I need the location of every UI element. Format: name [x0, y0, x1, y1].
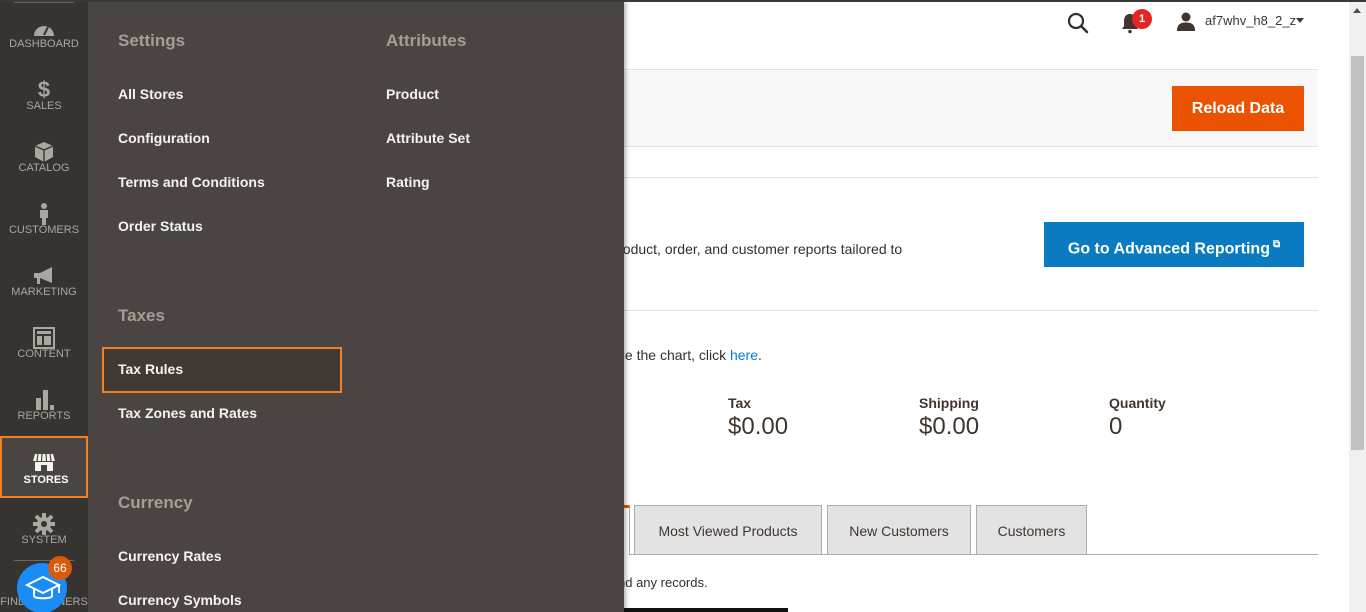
section-title-attributes: Attributes	[386, 31, 467, 50]
box-icon	[34, 142, 54, 162]
megaphone-icon	[34, 267, 52, 284]
nav-item-marketing[interactable]: MARKETING	[0, 260, 88, 322]
external-link-icon: ⧉	[1272, 239, 1281, 250]
partners-count-badge: 66	[48, 556, 72, 580]
menu-item-configuration[interactable]: Configuration	[118, 130, 210, 146]
nav-label: MARKETING	[11, 286, 77, 298]
nav-label: DASHBOARD	[9, 38, 79, 50]
menu-item-terms-and-conditions[interactable]: Terms and Conditions	[118, 174, 265, 190]
no-records-message: nd any records.	[618, 575, 708, 590]
tab-most-viewed-products[interactable]: Most Viewed Products	[634, 505, 822, 554]
total-label: Shipping	[919, 395, 979, 411]
dashboard-icon	[34, 26, 54, 36]
scrollbar-thumb[interactable]	[1351, 56, 1364, 450]
user-icon[interactable]	[1176, 11, 1196, 31]
search-icon[interactable]	[1066, 11, 1090, 35]
chevron-down-icon[interactable]	[1296, 18, 1304, 23]
chart-note-suffix: .	[758, 347, 762, 363]
total-value: 0	[1109, 413, 1123, 440]
user-account-name[interactable]: af7whv_h8_2_z	[1205, 13, 1296, 28]
menu-item-order-status[interactable]: Order Status	[118, 218, 203, 234]
storefront-icon	[33, 453, 55, 471]
advanced-reporting-button-label: Go to Advanced Reporting	[1067, 240, 1270, 258]
dollar-icon: $	[37, 77, 51, 102]
total-tax: Tax $0.00	[728, 395, 788, 441]
scroll-up-arrow-icon[interactable]	[1353, 8, 1361, 13]
nav-item-dashboard[interactable]: DASHBOARD	[0, 12, 88, 74]
nav-item-stores[interactable]: STORES	[0, 436, 88, 498]
nav-label: CUSTOMERS	[8, 224, 80, 236]
menu-item-all-stores[interactable]: All Stores	[118, 86, 183, 102]
menu-item-tax-rules[interactable]: Tax Rules	[102, 347, 342, 393]
nav-label: STORES	[23, 474, 69, 486]
total-shipping: Shipping $0.00	[919, 395, 979, 441]
go-to-advanced-reporting-button[interactable]: Go to Advanced Reporting ⧉	[1044, 222, 1304, 267]
tab-customers[interactable]: Customers	[976, 505, 1087, 554]
section-title-settings: Settings	[118, 31, 186, 50]
section-title-taxes: Taxes	[118, 306, 165, 325]
person-icon	[40, 203, 48, 225]
admin-sidebar: DASHBOARD $ SALES CATALOG CUSTOMERS MARK…	[0, 0, 88, 612]
enable-chart-link[interactable]: here	[730, 347, 758, 363]
nav-label: SYSTEM	[21, 534, 67, 546]
nav-item-content[interactable]: CONTENT	[0, 322, 88, 384]
total-value: $0.00	[728, 413, 789, 440]
menu-item-tax-zones-and-rates[interactable]: Tax Zones and Rates	[118, 405, 257, 421]
window-top-border	[0, 0, 1366, 2]
menu-item-attribute-set[interactable]: Attribute Set	[386, 130, 470, 146]
layout-icon	[33, 327, 55, 349]
section-title-currency: Currency	[118, 493, 193, 512]
nav-label: SALES	[26, 100, 62, 112]
nav-item-sales[interactable]: $ SALES	[0, 74, 88, 136]
total-value: $0.00	[919, 413, 980, 440]
tab-new-customers[interactable]: New Customers	[827, 505, 971, 554]
notification-count-badge[interactable]: 1	[1132, 9, 1152, 29]
stores-flyout-menu: Settings All Stores Configuration Terms …	[88, 2, 624, 612]
gear-icon	[33, 513, 55, 535]
nav-divider	[14, 2, 74, 3]
dashboard-tabs: Most Viewed Products New Customers Custo…	[618, 505, 1318, 555]
nav-label: REPORTS	[17, 410, 71, 422]
nav-label: CONTENT	[17, 348, 71, 360]
menu-item-rating[interactable]: Rating	[386, 174, 430, 190]
reload-data-button[interactable]: Reload Data	[1172, 86, 1304, 131]
page-scrollbar[interactable]	[1349, 2, 1366, 612]
total-label: Quantity	[1109, 395, 1166, 411]
menu-item-currency-rates[interactable]: Currency Rates	[118, 548, 222, 564]
total-quantity: Quantity 0	[1109, 395, 1166, 441]
nav-item-customers[interactable]: CUSTOMERS	[0, 198, 88, 260]
menu-item-product[interactable]: Product	[386, 86, 439, 102]
nav-label: CATALOG	[18, 162, 70, 174]
total-label: Tax	[728, 395, 752, 411]
bar-chart-icon	[36, 390, 54, 410]
menu-item-currency-symbols[interactable]: Currency Symbols	[118, 592, 242, 608]
nav-item-catalog[interactable]: CATALOG	[0, 136, 88, 198]
bottom-overlay-bar	[618, 608, 788, 612]
